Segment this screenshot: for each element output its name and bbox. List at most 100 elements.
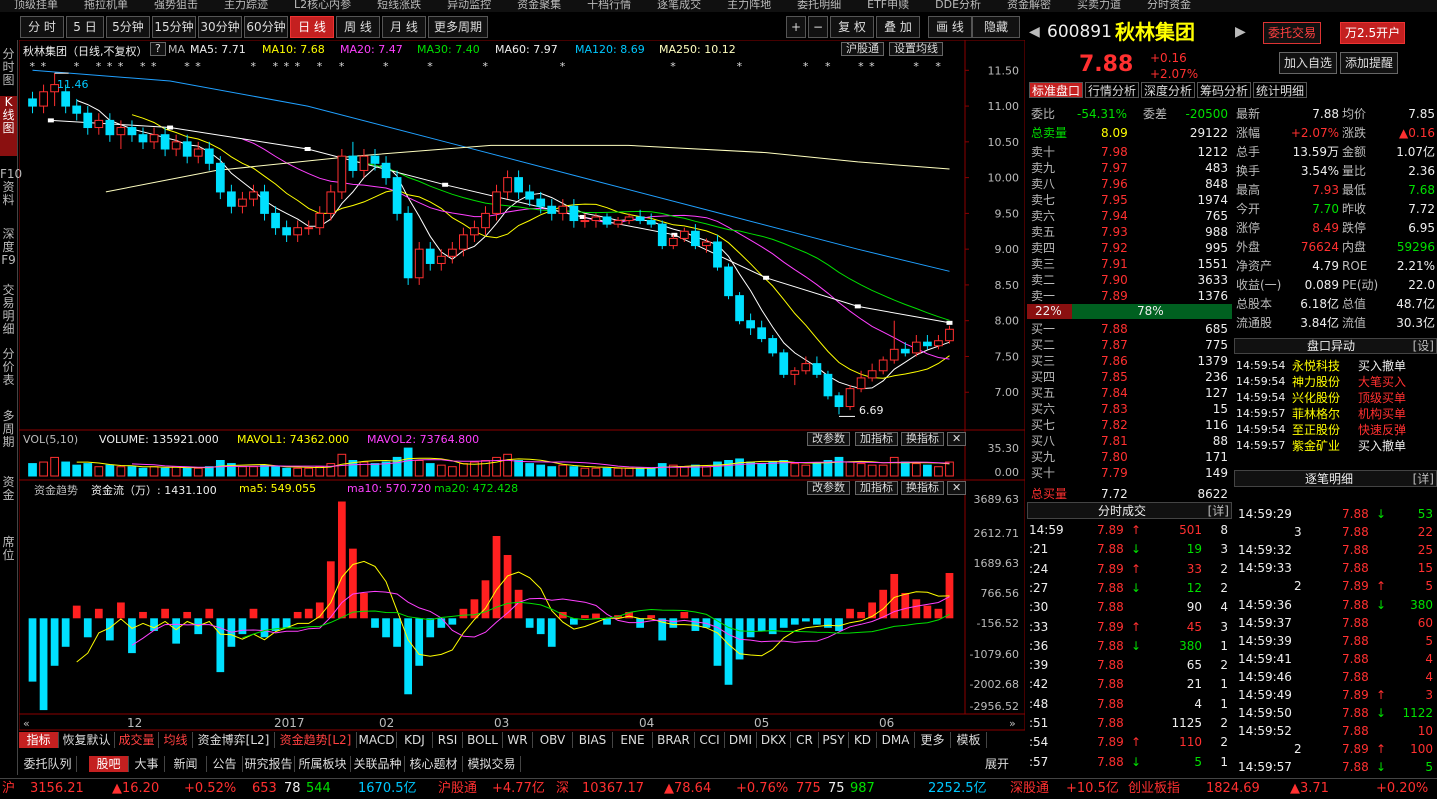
zhubi-detail-button[interactable]: [详] <box>1413 471 1434 487</box>
top-menu-item[interactable]: 主力踪迹 <box>224 0 268 10</box>
order-button[interactable]: 委托交易 <box>1263 22 1322 44</box>
top-menu-item[interactable]: 十档行情 <box>587 0 631 10</box>
left-nav-item[interactable]: 多周期 <box>0 410 17 466</box>
indicator-tab[interactable]: 恢复默认 <box>59 732 115 748</box>
indicator-tab[interactable]: KDJ <box>397 732 433 748</box>
minus-button[interactable]: − <box>808 16 828 38</box>
fund-close-icon[interactable]: ✕ <box>947 481 967 495</box>
panel-tab[interactable]: 行情分析 <box>1085 82 1139 98</box>
set-ma-button[interactable]: 设置均线 <box>889 42 943 56</box>
help-button[interactable]: ? <box>150 42 166 56</box>
left-nav-item[interactable]: K线图 <box>0 96 17 156</box>
panel-tab[interactable]: 统计明细 <box>1253 82 1307 98</box>
top-menu-item[interactable]: 顶级挂单 <box>14 0 58 10</box>
bottom-tab[interactable]: 委托队列 <box>19 756 77 772</box>
top-menu-item[interactable]: 短线涨跌 <box>377 0 421 10</box>
top-menu-item[interactable]: 拖拉机单 <box>84 0 128 10</box>
indicator-tab[interactable]: DKX <box>757 732 791 748</box>
indicator-tab[interactable]: 指标 <box>19 732 59 748</box>
indicator-tab[interactable]: PSY <box>819 732 849 748</box>
kline-chart-svg[interactable]: 11.50 11.00 10.50 10.00 9.50 9.00 8.50 8.00 7.50… <box>19 40 1025 737</box>
indicator-tab[interactable]: DMA <box>877 732 915 748</box>
indicator-tab[interactable]: 均线 <box>159 732 193 748</box>
bottom-tab[interactable]: 模拟交易 <box>463 756 521 772</box>
vol-switch-indicator-button[interactable]: 换指标 <box>901 432 944 446</box>
bottom-tab[interactable]: 所属板块 <box>295 756 351 772</box>
overlay-button[interactable]: 叠 加 <box>876 16 920 38</box>
bottom-tab[interactable]: 关联品种 <box>351 756 405 772</box>
bottom-tab[interactable]: 新闻 <box>165 756 207 772</box>
left-nav-item[interactable]: F10资料 <box>0 168 22 220</box>
next-stock-icon[interactable]: ▶ <box>1235 24 1246 40</box>
hgt-button[interactable]: 沪股通 <box>841 42 884 56</box>
bottom-tab[interactable]: 股吧 <box>89 756 129 772</box>
indicator-tab[interactable]: MACD <box>357 732 397 748</box>
left-nav-item[interactable]: 深度F9 <box>0 228 17 274</box>
indicator-tab[interactable]: 更多 <box>915 732 951 748</box>
fund-add-indicator-button[interactable]: 加指标 <box>855 481 898 495</box>
indicator-tab[interactable]: DMI <box>725 732 757 748</box>
left-nav-item[interactable]: 席位 <box>0 536 17 576</box>
period-tab[interactable]: 月 线 <box>382 16 426 38</box>
open-account-button[interactable]: 万2.5开户 <box>1340 22 1406 44</box>
panel-tab[interactable]: 筹码分析 <box>1197 82 1251 98</box>
fund-switch-indicator-button[interactable]: 换指标 <box>901 481 944 495</box>
fund-edit-params-button[interactable]: 改参数 <box>807 481 850 495</box>
period-tab[interactable]: 周 线 <box>336 16 380 38</box>
add-favorite-button[interactable]: 加入自选 <box>1279 52 1338 74</box>
plus-button[interactable]: + <box>786 16 806 38</box>
indicator-tab[interactable]: 资金趋势[L2] <box>275 732 357 748</box>
period-tab[interactable]: 30分钟 <box>198 16 242 38</box>
bottom-tab[interactable]: 公告 <box>207 756 243 772</box>
abnormal-setting-button[interactable]: [设] <box>1413 338 1434 354</box>
top-menu-item[interactable]: 委托明细 <box>797 0 841 10</box>
vol-edit-params-button[interactable]: 改参数 <box>807 432 850 446</box>
left-nav-item[interactable]: 分时图 <box>0 48 17 90</box>
left-nav-item[interactable]: 交易明细 <box>0 284 17 340</box>
panel-tab[interactable]: 标准盘口 <box>1029 82 1083 98</box>
period-tab[interactable]: 5 日 <box>66 16 104 38</box>
indicator-tab[interactable]: BOLL <box>463 732 503 748</box>
draw-button[interactable]: 画 线 <box>928 16 972 38</box>
period-tab[interactable]: 15分钟 <box>152 16 196 38</box>
bottom-tab[interactable]: 核心题材 <box>405 756 463 772</box>
bottom-tab[interactable]: 研究报告 <box>243 756 295 772</box>
bottom-tab[interactable]: 大事 <box>129 756 165 772</box>
period-tab[interactable]: 60分钟 <box>244 16 288 38</box>
top-menu-item[interactable]: 逐笔成交 <box>657 0 701 10</box>
indicator-tab[interactable]: WR <box>503 732 533 748</box>
period-tab[interactable]: 日 线 <box>290 16 334 38</box>
expand-button[interactable]: 展开 <box>985 756 1009 772</box>
left-nav-item[interactable]: 分价表 <box>0 348 17 402</box>
top-menu-item[interactable]: DDE分析 <box>935 0 981 10</box>
indicator-tab[interactable]: BIAS <box>573 732 613 748</box>
top-menu-item[interactable]: L2核心内参 <box>294 0 351 10</box>
fenshi-detail-button[interactable]: [详] <box>1208 503 1229 519</box>
indicator-tab[interactable]: CR <box>791 732 819 748</box>
top-menu-item[interactable]: 资金解密 <box>1007 0 1051 10</box>
top-menu-item[interactable]: 异动监控 <box>447 0 491 10</box>
top-menu-item[interactable]: 资金聚集 <box>517 0 561 10</box>
add-alert-button[interactable]: 添加提醒 <box>1340 52 1399 74</box>
period-tab[interactable]: 5分钟 <box>106 16 150 38</box>
indicator-tab[interactable]: OBV <box>533 732 573 748</box>
top-menu-item[interactable]: 分时资金 <box>1147 0 1191 10</box>
hide-button[interactable]: 隐藏 <box>972 16 1020 38</box>
left-nav-item[interactable]: 资金 <box>0 476 17 524</box>
top-menu-item[interactable]: 买卖力道 <box>1077 0 1121 10</box>
indicator-tab[interactable]: 成交量 <box>115 732 159 748</box>
top-menu-item[interactable]: 强势狙击 <box>154 0 198 10</box>
indicator-tab[interactable]: KD <box>849 732 877 748</box>
panel-tab[interactable]: 深度分析 <box>1141 82 1195 98</box>
indicator-tab[interactable]: RSI <box>433 732 463 748</box>
period-tab[interactable]: 更多周期 <box>428 16 488 38</box>
vol-close-icon[interactable]: ✕ <box>947 432 967 446</box>
indicator-tab[interactable]: BRAR <box>653 732 695 748</box>
top-menu-item[interactable]: ETF申赎 <box>867 0 909 10</box>
period-tab[interactable]: 分 时 <box>20 16 64 38</box>
indicator-tab[interactable]: 模板 <box>951 732 987 748</box>
top-menu-item[interactable]: 主力阵地 <box>727 0 771 10</box>
prev-stock-icon[interactable]: ◀ <box>1029 24 1040 40</box>
indicator-tab[interactable]: ENE <box>613 732 653 748</box>
vol-add-indicator-button[interactable]: 加指标 <box>855 432 898 446</box>
